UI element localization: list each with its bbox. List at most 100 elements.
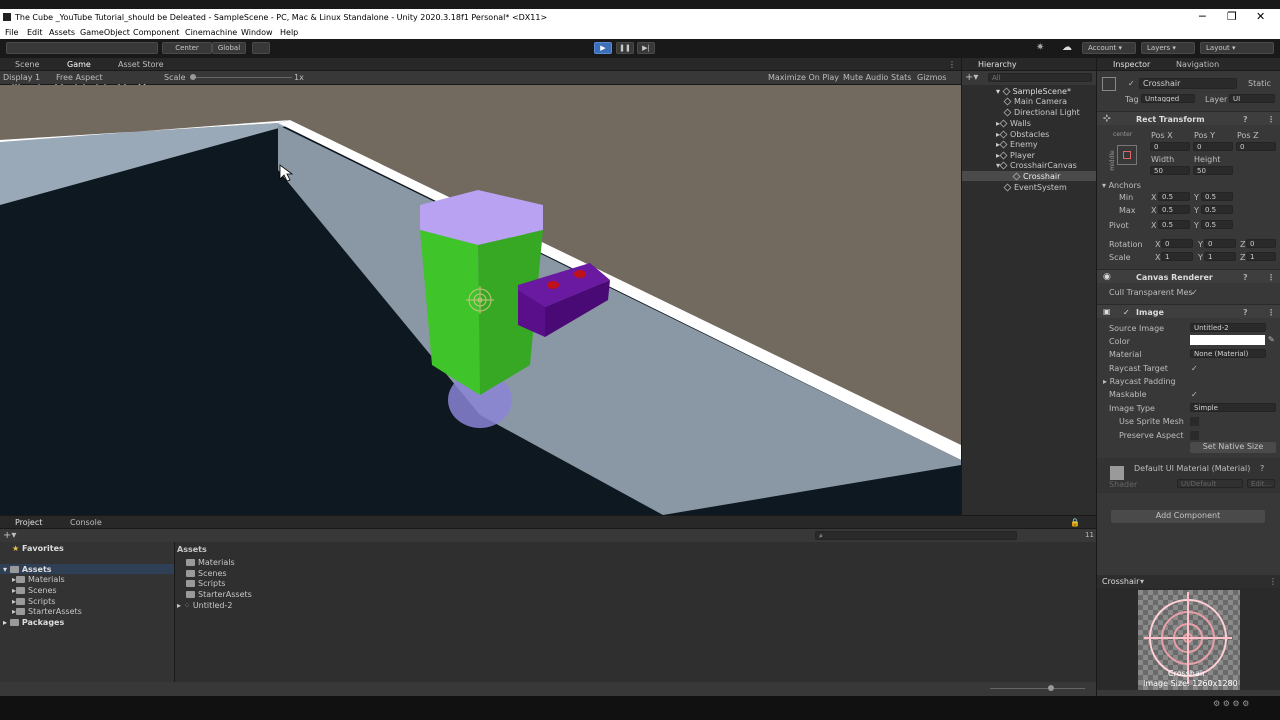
image-header[interactable]: ▣ ✓ Image ? ⋮ <box>1097 304 1280 318</box>
icon-size-handle[interactable] <box>1048 685 1054 691</box>
file-item-starterassets[interactable]: StarterAssets <box>186 590 252 599</box>
tab-inspector[interactable]: Inspector <box>1113 60 1150 69</box>
collab-icon[interactable]: ✷ <box>1036 42 1044 53</box>
tab-game[interactable]: Game <box>67 60 91 69</box>
component-menu-icon[interactable]: ⋮ <box>1267 115 1275 124</box>
minimize-button[interactable]: ─ <box>1199 10 1206 23</box>
posy-input[interactable]: 0 <box>1193 142 1233 151</box>
lock-icon[interactable]: 🔒 <box>1070 518 1080 527</box>
object-name-input[interactable]: Crosshair <box>1139 78 1237 89</box>
scale-y-input[interactable]: 1 <box>1204 252 1236 261</box>
height-input[interactable]: 50 <box>1193 166 1233 175</box>
hierarchy-scene-root[interactable]: ▾ SampleScene* <box>996 87 1071 96</box>
help-icon[interactable]: ? <box>1243 273 1248 282</box>
pivot-toggle[interactable]: Center <box>162 42 212 54</box>
color-swatch[interactable] <box>1190 335 1265 345</box>
static-toggle[interactable]: Static <box>1248 79 1271 88</box>
min-x-input[interactable]: 0.5 <box>1158 192 1190 201</box>
grid-snap-button[interactable] <box>252 42 270 54</box>
scale-z-input[interactable]: 1 <box>1246 252 1276 261</box>
width-input[interactable]: 50 <box>1150 166 1190 175</box>
pivot-x-input[interactable]: 0.5 <box>1158 220 1190 229</box>
tab-scene[interactable]: Scene <box>15 60 39 69</box>
hierarchy-item-directional-light[interactable]: Directional Light <box>1003 108 1080 117</box>
tab-hierarchy[interactable]: Hierarchy <box>978 60 1017 69</box>
scale-slider[interactable] <box>192 77 292 78</box>
tab-asset-store[interactable]: Asset Store <box>118 60 164 69</box>
pivot-y-input[interactable]: 0.5 <box>1201 220 1233 229</box>
image-enabled-checkbox[interactable]: ✓ <box>1123 308 1130 317</box>
canvas-renderer-header[interactable]: ◉ Canvas Renderer ? ⋮ <box>1097 269 1280 283</box>
menu-gameobject[interactable]: GameObject <box>80 28 130 37</box>
play-button[interactable]: ▶ <box>594 42 612 54</box>
scale-slider-handle[interactable] <box>190 74 196 80</box>
menu-help[interactable]: Help <box>280 28 298 37</box>
hierarchy-item-obstacles[interactable]: ▸ Obstacles <box>996 130 1049 139</box>
raycast-target-checkbox[interactable]: ✓ <box>1191 364 1198 373</box>
game-viewport[interactable] <box>0 85 961 515</box>
close-button[interactable]: ✕ <box>1256 10 1265 23</box>
account-dropdown[interactable]: Account ▾ <box>1082 42 1136 54</box>
hierarchy-search-input[interactable]: All <box>988 73 1092 82</box>
menu-assets[interactable]: Assets <box>49 28 75 37</box>
step-button[interactable]: ▶| <box>637 42 655 54</box>
menu-file[interactable]: File <box>5 28 18 37</box>
material-field[interactable]: None (Material) <box>1190 349 1266 358</box>
layout-dropdown[interactable]: Layout ▾ <box>1200 42 1274 54</box>
image-type-dropdown[interactable]: Simple <box>1190 403 1276 412</box>
pause-button[interactable]: ❚❚ <box>616 42 634 54</box>
shader-edit-button[interactable]: Edit... <box>1247 479 1275 488</box>
create-asset-button[interactable]: +▾ <box>3 530 16 541</box>
tree-item-scenes[interactable]: ▸ Scenes <box>12 586 57 595</box>
file-item-untitled-2[interactable]: ▸ ⁘ Untitled-2 <box>177 601 232 610</box>
max-y-input[interactable]: 0.5 <box>1201 205 1233 214</box>
help-icon[interactable]: ? <box>1260 464 1264 473</box>
cloud-icon[interactable]: ☁ <box>1062 42 1072 53</box>
preview-dropdown-icon[interactable]: ▾ <box>1140 577 1144 586</box>
cull-checkbox[interactable]: ✓ <box>1191 288 1198 297</box>
help-icon[interactable]: ? <box>1243 308 1248 317</box>
display-dropdown[interactable]: Display 1 <box>3 73 40 82</box>
active-checkbox[interactable]: ✓ <box>1128 79 1135 88</box>
tree-item-materials[interactable]: ▸ Materials <box>12 575 65 584</box>
hierarchy-item-main-camera[interactable]: Main Camera <box>1003 97 1067 106</box>
anchor-preset-button[interactable] <box>1117 145 1137 165</box>
tag-dropdown[interactable]: Untagged <box>1141 94 1195 103</box>
menu-edit[interactable]: Edit <box>27 28 43 37</box>
hierarchy-item-crosshair[interactable]: Crosshair <box>1012 172 1060 181</box>
posx-input[interactable]: 0 <box>1150 142 1190 151</box>
hierarchy-item-crosshaircanvas[interactable]: ▾ CrosshairCanvas <box>996 161 1077 170</box>
rect-transform-header[interactable]: ⊹ Rect Transform ? ⋮ <box>1097 111 1280 125</box>
tab-console[interactable]: Console <box>70 518 102 527</box>
preview-header[interactable]: Crosshair ▾ ⋮ <box>1097 575 1280 588</box>
menu-window[interactable]: Window <box>241 28 273 37</box>
hierarchy-item-player[interactable]: ▸ Player <box>996 151 1035 160</box>
stats-toggle[interactable]: Stats <box>891 73 911 82</box>
add-component-button[interactable]: Add Component <box>1111 510 1265 523</box>
file-item-scripts[interactable]: Scripts <box>186 579 225 588</box>
scale-x-input[interactable]: 1 <box>1161 252 1193 261</box>
component-menu-icon[interactable]: ⋮ <box>1267 308 1275 317</box>
maximize-button[interactable]: ❐ <box>1227 10 1237 23</box>
assets-root-item[interactable]: ▾ Assets <box>3 565 52 574</box>
mute-audio-toggle[interactable]: Mute Audio <box>843 73 888 82</box>
preserve-aspect-checkbox[interactable] <box>1190 431 1199 440</box>
aspect-dropdown[interactable]: Free Aspect <box>56 73 103 82</box>
tab-project[interactable]: Project <box>15 518 42 527</box>
material-title[interactable]: Default UI Material (Material) <box>1134 464 1250 473</box>
posz-input[interactable]: 0 <box>1236 142 1276 151</box>
file-item-materials[interactable]: Materials <box>186 558 235 567</box>
preview-menu-icon[interactable]: ⋮ <box>1269 577 1277 586</box>
rotation-x-input[interactable]: 0 <box>1161 239 1193 248</box>
set-native-size-button[interactable]: Set Native Size <box>1190 442 1276 453</box>
rotation-y-input[interactable]: 0 <box>1204 239 1236 248</box>
raycast-padding-foldout[interactable]: ▸ Raycast Padding <box>1103 377 1176 386</box>
hierarchy-item-walls[interactable]: ▸ Walls <box>996 119 1031 128</box>
hierarchy-item-eventsystem[interactable]: EventSystem <box>1003 183 1067 192</box>
tree-item-scripts[interactable]: ▸ Scripts <box>12 597 55 606</box>
component-menu-icon[interactable]: ⋮ <box>1267 273 1275 282</box>
packages-item[interactable]: ▸ Packages <box>3 618 64 627</box>
maximize-on-play-toggle[interactable]: Maximize On Play <box>768 73 839 82</box>
icon-size-slider[interactable] <box>990 688 1085 689</box>
min-y-input[interactable]: 0.5 <box>1201 192 1233 201</box>
